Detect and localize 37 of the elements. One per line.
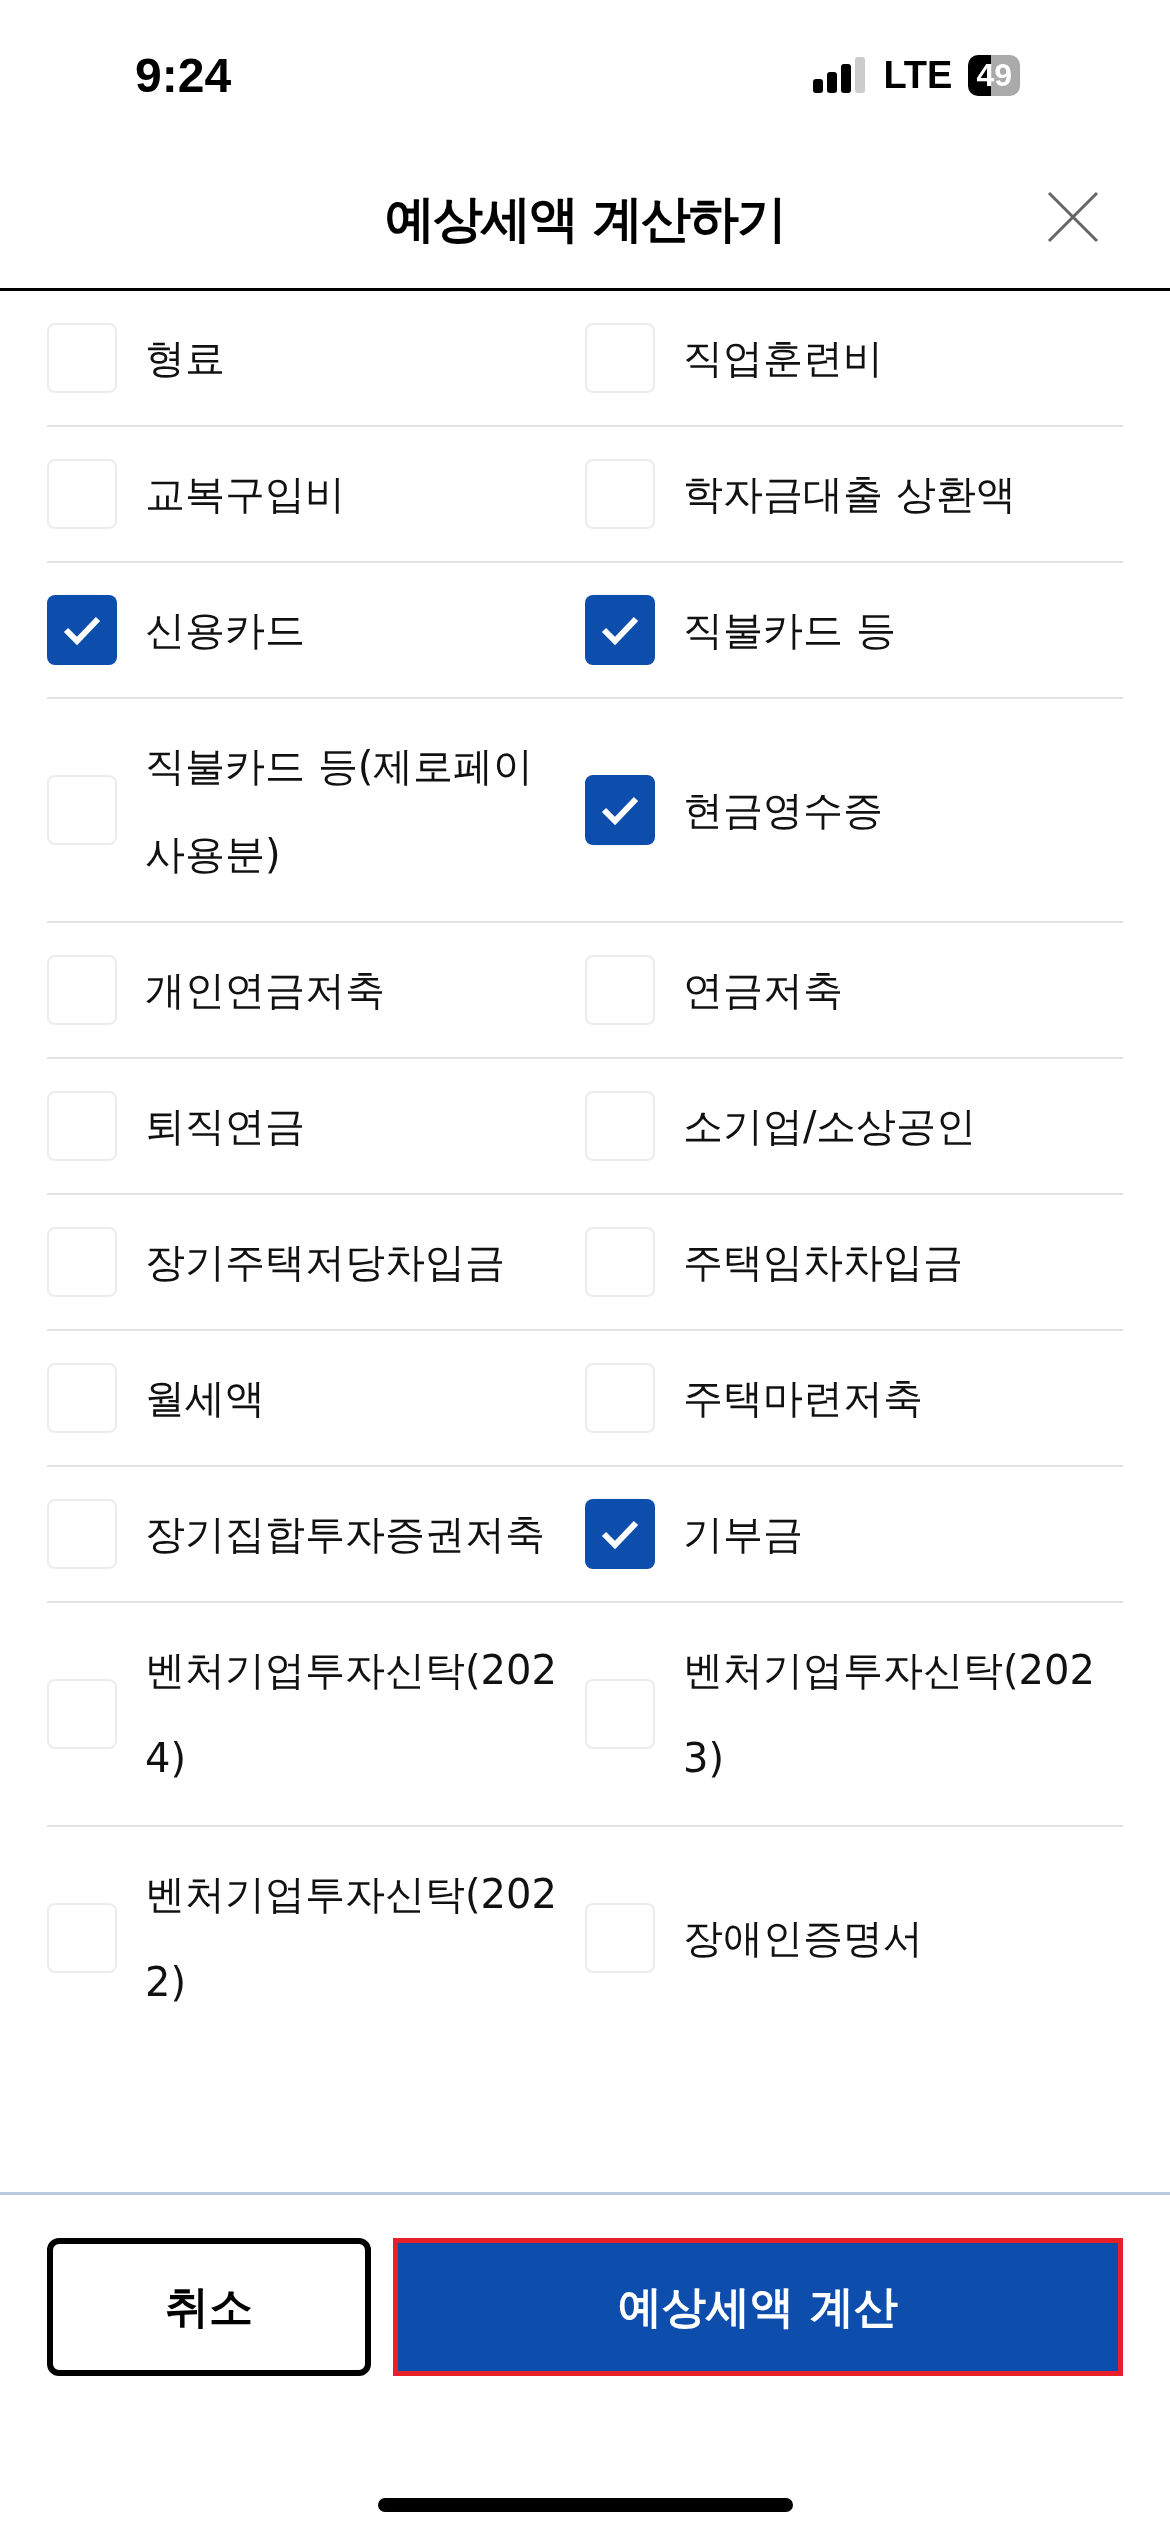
checkbox-label: 벤처기업투자신탁(2024)	[145, 1646, 558, 1783]
check-icon	[600, 614, 640, 646]
checkbox-label: 소기업/소상공인	[683, 1102, 978, 1151]
checkbox-label: 개인연금저축	[145, 966, 386, 1015]
checkbox[interactable]	[585, 1499, 655, 1569]
modal-title: 예상세액 계산하기	[385, 188, 785, 250]
check-icon	[600, 1518, 640, 1550]
checkbox-label: 직불카드 등	[683, 606, 897, 655]
checkbox-label: 장기집합투자증권저축	[145, 1510, 546, 1559]
calculate-button[interactable]: 예상세액 계산	[393, 2238, 1123, 2376]
close-icon[interactable]	[1046, 190, 1100, 244]
checkbox-label: 월세액	[145, 1374, 266, 1423]
checkbox[interactable]	[585, 595, 655, 665]
checkbox-label: 신용카드	[145, 606, 306, 655]
checkbox[interactable]	[585, 775, 655, 845]
check-icon	[62, 614, 102, 646]
checkbox-label: 벤처기업투자신탁(2022)	[145, 1870, 558, 2007]
checkbox-label: 교복구입비	[145, 470, 346, 519]
checkbox-label: 퇴직연금	[145, 1102, 306, 1151]
signal-icon	[813, 57, 868, 93]
checkbox-label: 학자금대출 상환액	[683, 470, 1017, 519]
checkbox-label: 장기주택저당차입금	[145, 1238, 506, 1287]
checkbox-label: 현금영수증	[683, 786, 884, 835]
cancel-button[interactable]: 취소	[47, 2238, 371, 2376]
checkbox-label: 직업훈련비	[683, 334, 884, 383]
checkbox-label: 장애인증명서	[683, 1914, 924, 1963]
checkbox-label: 벤처기업투자신탁(2023)	[683, 1646, 1096, 1783]
checkbox-label: 기부금	[683, 1510, 804, 1559]
checkbox[interactable]	[47, 595, 117, 665]
checkbox-label: 주택임차차입금	[683, 1238, 964, 1287]
checkbox-label: 직불카드 등(제로페이 사용분)	[145, 742, 535, 879]
checkbox-label: 주택마련저축	[683, 1374, 924, 1423]
status-time: 9:24	[135, 47, 232, 103]
checkbox-label: 형료	[145, 334, 226, 383]
checkbox-label: 연금저축	[683, 966, 844, 1015]
network-label: LTE	[883, 53, 953, 97]
check-icon	[600, 794, 640, 826]
